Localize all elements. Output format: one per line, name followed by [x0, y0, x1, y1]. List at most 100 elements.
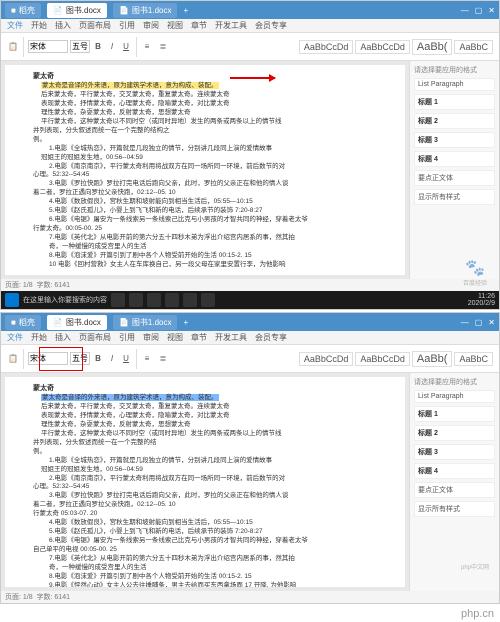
tab-home[interactable]: ■ 稻壳 [5, 3, 41, 18]
ribbon-tab-review[interactable]: 审阅 [143, 20, 159, 31]
win-close[interactable]: ✕ [488, 318, 495, 327]
doc-line: 例。 [33, 136, 377, 144]
list-icon[interactable]: ≣ [157, 353, 169, 365]
style-h2[interactable]: AaBbC [454, 352, 493, 366]
doc-line: 后来蒙太奇，平行蒙太奇，交叉蒙太奇，重复蒙太奇。连续蒙太奇 [33, 91, 377, 99]
doc-line: 5.电影《赵氏孤儿》，小婴上到飞飞和新的电话，后续承节的装饰 7:20-8:27 [33, 528, 377, 536]
tab-add[interactable]: + [183, 6, 188, 15]
tab-doc1[interactable]: 📄 图书.docx [47, 315, 107, 330]
style-h1[interactable]: AaBb( [412, 351, 453, 367]
task-icon[interactable] [147, 293, 161, 307]
task-icon[interactable] [129, 293, 143, 307]
task-icon[interactable] [111, 293, 125, 307]
document-page[interactable]: 蒙太奇 蒙太奇是音译的外来语，原为建筑学术语，意为构成、装配。 后来蒙太奇，平行… [5, 65, 405, 275]
ribbon-tab-vip[interactable]: 会员专享 [255, 332, 287, 343]
start-button[interactable] [5, 293, 19, 307]
doc-title: 蒙太奇 [33, 72, 377, 81]
ribbon-tab-dev[interactable]: 开发工具 [215, 20, 247, 31]
ribbon-tab-insert[interactable]: 插入 [55, 332, 71, 343]
style-h2[interactable]: AaBbC [454, 40, 493, 54]
style-item[interactable]: 标题 2 [414, 113, 495, 129]
task-icon[interactable] [201, 293, 215, 307]
style-item[interactable]: 标题 1 [414, 94, 495, 110]
ribbon-tab-layout[interactable]: 页面布局 [79, 332, 111, 343]
doc-line: 着二者，罗拉正遇向罗拉父亲快跑，02:12--05. 10 [33, 501, 377, 509]
ribbon-tab-review[interactable]: 审阅 [143, 332, 159, 343]
style-emph[interactable]: AaBbCcDd [355, 352, 410, 366]
style-item[interactable]: 要点正文体 [414, 170, 495, 186]
style-item[interactable]: 标题 3 [414, 132, 495, 148]
style-item[interactable]: 要点正文体 [414, 482, 495, 498]
paste-icon[interactable]: 📋 [7, 41, 19, 53]
clock[interactable]: 11:262020/2/9 [468, 293, 495, 307]
search-box[interactable]: 在这里输入你要搜索的内容 [23, 295, 107, 305]
win-min[interactable]: — [461, 6, 469, 15]
doc-line: 表现蒙太奇，抒情蒙太奇，心理蒙太奇，隐喻蒙太奇，对比蒙太奇 [33, 412, 377, 420]
ribbon-tab-section[interactable]: 章节 [191, 20, 207, 31]
paste-icon[interactable]: 📋 [7, 353, 19, 365]
ribbon-tab-file[interactable]: 文件 [7, 332, 23, 343]
bold-icon[interactable]: B [92, 41, 104, 53]
ribbon-tab-dev[interactable]: 开发工具 [215, 332, 247, 343]
list-icon[interactable]: ≣ [157, 41, 169, 53]
font-name[interactable] [28, 40, 68, 53]
doc-line: 奇，一种缓慢的成受宫里人的生活 [33, 564, 377, 572]
style-normal[interactable]: AaBbCcDd [299, 352, 354, 366]
win-close[interactable]: ✕ [488, 6, 495, 15]
tab-doc1[interactable]: 📄 图书.docx [47, 3, 107, 18]
task-icon[interactable] [165, 293, 179, 307]
doc-line: 后来蒙太奇，平行蒙太奇，交叉蒙太奇，重复蒙太奇。连续蒙太奇 [33, 403, 377, 411]
workarea: 蒙太奇 蒙太奇是音译的外来语，原为建筑学术语，意为构成、装配。 后来蒙太奇，平行… [1, 373, 499, 591]
tab-home[interactable]: ■ 稻壳 [5, 315, 41, 330]
ribbon-tab-file[interactable]: 文件 [7, 20, 23, 31]
style-item[interactable]: List Paragraph [414, 78, 495, 91]
bold-icon[interactable]: B [92, 353, 104, 365]
style-showall[interactable]: 显示所有样式 [414, 189, 495, 205]
highlighted-line: 蒙太奇是音译的外来语，原为建筑学术语，意为构成、装配。 [41, 82, 219, 89]
highlight-annotation [39, 347, 83, 371]
ribbon-tab-layout[interactable]: 页面布局 [79, 20, 111, 31]
style-item[interactable]: 标题 1 [414, 406, 495, 422]
italic-icon[interactable]: I [106, 41, 118, 53]
panel-header: 请选择要应用的格式 [414, 65, 495, 75]
win-max[interactable]: ▢ [475, 318, 483, 327]
ribbon-tab-insert[interactable]: 插入 [55, 20, 71, 31]
ribbon-tab-section[interactable]: 章节 [191, 332, 207, 343]
underline-icon[interactable]: U [120, 41, 132, 53]
style-item[interactable]: 标题 2 [414, 425, 495, 441]
style-item[interactable]: List Paragraph [414, 390, 495, 403]
doc-line: 8.电影《泡沫爱》开篇引到了剧中各个人物受前开始的生活 00:15-2. 15 [33, 252, 377, 260]
font-size[interactable] [70, 40, 90, 53]
style-normal[interactable]: AaBbCcDd [299, 40, 354, 54]
word-count: 字数: 6141 [37, 280, 70, 290]
ribbon-tab-start[interactable]: 开始 [31, 20, 47, 31]
ribbon-tab-vip[interactable]: 会员专享 [255, 20, 287, 31]
style-item[interactable]: 标题 3 [414, 444, 495, 460]
style-showall[interactable]: 显示所有样式 [414, 501, 495, 517]
style-emph[interactable]: AaBbCcDd [355, 40, 410, 54]
ribbon-tab-start[interactable]: 开始 [31, 332, 47, 343]
tab-add[interactable]: + [183, 318, 188, 327]
style-item[interactable]: 标题 4 [414, 151, 495, 167]
ribbon-tab-view[interactable]: 视图 [167, 20, 183, 31]
style-h1[interactable]: AaBb( [412, 39, 453, 55]
doc-line: 表现蒙太奇，抒情蒙太奇，心理蒙太奇，隐喻蒙太奇，对比蒙太奇 [33, 100, 377, 108]
document-page[interactable]: 蒙太奇 蒙太奇是音译的外来语，原为建筑学术语，意为构成、装配。 后来蒙太奇，平行… [5, 377, 405, 587]
underline-icon[interactable]: U [120, 353, 132, 365]
workarea: 蒙太奇 蒙太奇是音译的外来语，原为建筑学术语，意为构成、装配。 后来蒙太奇，平行… [1, 61, 499, 279]
ribbon-tab-ref[interactable]: 引用 [119, 20, 135, 31]
align-left-icon[interactable]: ≡ [141, 41, 153, 53]
doc-line: 冠姐王的冠姐发生地，00:56--04:59 [33, 466, 377, 474]
tab-doc2[interactable]: 📄 图书1.docx [113, 315, 178, 330]
task-icon[interactable] [183, 293, 197, 307]
ribbon-tab-view[interactable]: 视图 [167, 332, 183, 343]
align-left-icon[interactable]: ≡ [141, 353, 153, 365]
win-max[interactable]: ▢ [475, 6, 483, 15]
page-indicator: 页面: 1/8 [5, 280, 33, 290]
ribbon-tab-ref[interactable]: 引用 [119, 332, 135, 343]
tab-doc2[interactable]: 📄 图书1.docx [113, 3, 178, 18]
italic-icon[interactable]: I [106, 353, 118, 365]
style-item[interactable]: 标题 4 [414, 463, 495, 479]
win-min[interactable]: — [461, 318, 469, 327]
screenshot-top: ■ 稻壳 📄 图书.docx 📄 图书1.docx + — ▢ ✕ 文件 开始 … [0, 0, 500, 310]
